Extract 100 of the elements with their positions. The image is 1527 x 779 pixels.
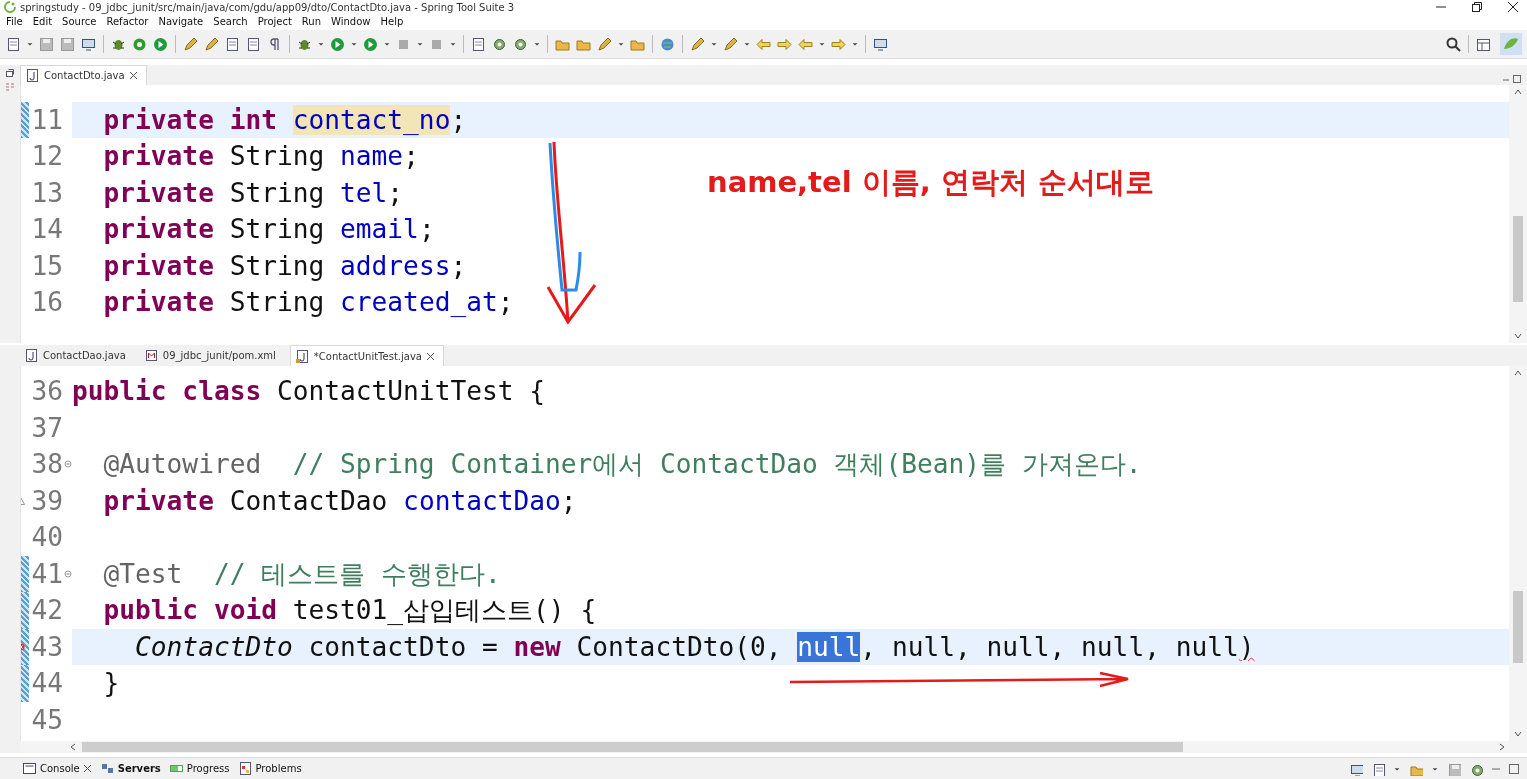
line-number: 38	[30, 448, 63, 481]
menu-item[interactable]: Refactor	[106, 16, 149, 27]
panel-tab[interactable]: Servers	[99, 761, 161, 776]
code-text: )	[1238, 631, 1255, 662]
code-text: // 테스트를 수행한다.	[212, 558, 501, 589]
line-number: 42	[30, 594, 63, 627]
line-number: 12	[30, 140, 63, 173]
code-text: email	[340, 214, 419, 244]
code-text: String	[228, 287, 326, 317]
perspective-icon[interactable]	[1499, 32, 1523, 56]
line-number: 37	[30, 411, 63, 445]
menu-item[interactable]: Help	[380, 16, 404, 27]
line-number: 13	[30, 176, 63, 210]
code-text: ContactDao	[228, 485, 389, 516]
menu-item[interactable]: Source	[62, 16, 97, 27]
line-number: 41	[30, 557, 63, 591]
close-icon[interactable]	[82, 764, 92, 773]
editor-tab[interactable]: ContactDto.java	[20, 65, 147, 85]
save-icon[interactable]	[1447, 761, 1461, 776]
code-text: new	[513, 631, 561, 662]
line-number: 15	[30, 249, 63, 283]
scroll-down-icon[interactable]	[1514, 333, 1522, 339]
java-file-icon	[25, 68, 40, 83]
line-number: 39	[30, 484, 63, 518]
app-logo-icon	[4, 1, 16, 13]
code-text: }	[102, 668, 120, 698]
editor-tab[interactable]: *ContactUnitTest.java	[289, 345, 444, 366]
code-text: ;	[403, 141, 419, 171]
code-text: private	[102, 250, 214, 281]
scroll-up-icon[interactable]	[1514, 370, 1522, 376]
code-text: contact_no	[292, 104, 451, 135]
code-text: private	[102, 485, 214, 516]
java-file-icon	[24, 348, 39, 363]
code-text: private	[102, 287, 214, 317]
code-text: String	[228, 141, 326, 171]
new-file-icon[interactable]	[1371, 761, 1385, 776]
panel-tab[interactable]: Problems	[237, 761, 302, 776]
scroll-down-icon[interactable]	[1514, 731, 1522, 737]
close-icon[interactable]	[425, 351, 435, 361]
code-text: ;	[560, 485, 577, 516]
code-text: private int	[102, 104, 278, 135]
java-file-icon	[294, 348, 310, 364]
maximize-icon[interactable]	[1509, 763, 1519, 774]
code-text: ;	[450, 104, 467, 135]
console-icon	[22, 761, 37, 776]
code-text: ContactUnitTest {	[275, 376, 545, 406]
code-text: public void	[102, 595, 277, 625]
vertical-scrollbar[interactable]	[1509, 85, 1527, 343]
code-text: , null, null, null, null	[860, 631, 1239, 662]
code-text: ;	[450, 250, 467, 281]
collapse-icon[interactable]	[63, 569, 72, 578]
scroll-left-icon[interactable]	[70, 743, 76, 751]
annotation-text: name,tel 이름, 연락처 순서대로	[707, 164, 1154, 201]
line-number: 40	[30, 521, 63, 554]
code-text: name	[340, 141, 404, 171]
code-text: ContactDto(0,	[575, 631, 783, 662]
code-text: // Spring Container에서 ContactDao 객체(Bean)를 가져온다.	[291, 449, 1142, 479]
code-text: created_at	[340, 287, 498, 317]
restore-icon[interactable]	[1471, 1, 1483, 13]
code-text: ContactDto	[134, 631, 293, 662]
menu-item[interactable]: Window	[331, 16, 371, 27]
menu-item[interactable]: Edit	[32, 16, 53, 27]
code-text: ;	[418, 214, 435, 244]
scrollbar-thumb[interactable]	[82, 742, 1183, 752]
line-number: 36	[30, 375, 63, 408]
code-text: private	[102, 177, 214, 208]
code-text: String	[228, 177, 326, 208]
code-text: tel	[340, 177, 388, 208]
line-number: 14	[30, 213, 63, 246]
menu-item[interactable]: Navigate	[158, 16, 204, 27]
scrollbar-thumb[interactable]	[1513, 216, 1523, 302]
scroll-up-icon[interactable]	[1514, 89, 1522, 95]
code-text: test01_삽입테스트() {	[291, 595, 597, 625]
menu-item[interactable]: Search	[213, 16, 248, 27]
close-icon[interactable]	[128, 71, 138, 80]
code-text: @Autowired	[102, 449, 262, 479]
scrollbar-thumb[interactable]	[1513, 591, 1523, 663]
code-text: public class	[72, 376, 262, 406]
menu-item[interactable]: File	[6, 16, 23, 27]
editor-tab[interactable]: 09_jdbc_junit/pom.xml	[139, 345, 284, 366]
code-text: private	[102, 141, 214, 171]
code-text: contactDao	[403, 485, 561, 516]
code-text: ;	[387, 177, 404, 208]
panel-tab[interactable]: Console	[22, 761, 92, 776]
restore-icon[interactable]	[5, 68, 15, 78]
problems-icon	[237, 761, 253, 776]
code-text: @Test	[102, 558, 183, 589]
code-text: contactDto =	[307, 631, 499, 662]
collapse-icon[interactable]	[63, 460, 72, 469]
editor-tab[interactable]: ContactDao.java	[20, 345, 134, 366]
code-text: ;	[497, 287, 514, 317]
close-icon[interactable]	[1507, 1, 1519, 13]
panel-tab[interactable]: Progress	[168, 761, 230, 776]
code-text: String	[228, 214, 326, 244]
line-number: 16	[30, 286, 63, 319]
maximize-icon[interactable]	[1513, 75, 1521, 83]
menu-item[interactable]: Run	[301, 16, 322, 27]
code-text: null	[797, 631, 861, 662]
menu-item[interactable]: Project	[257, 16, 292, 27]
scroll-right-icon[interactable]	[1499, 743, 1505, 751]
